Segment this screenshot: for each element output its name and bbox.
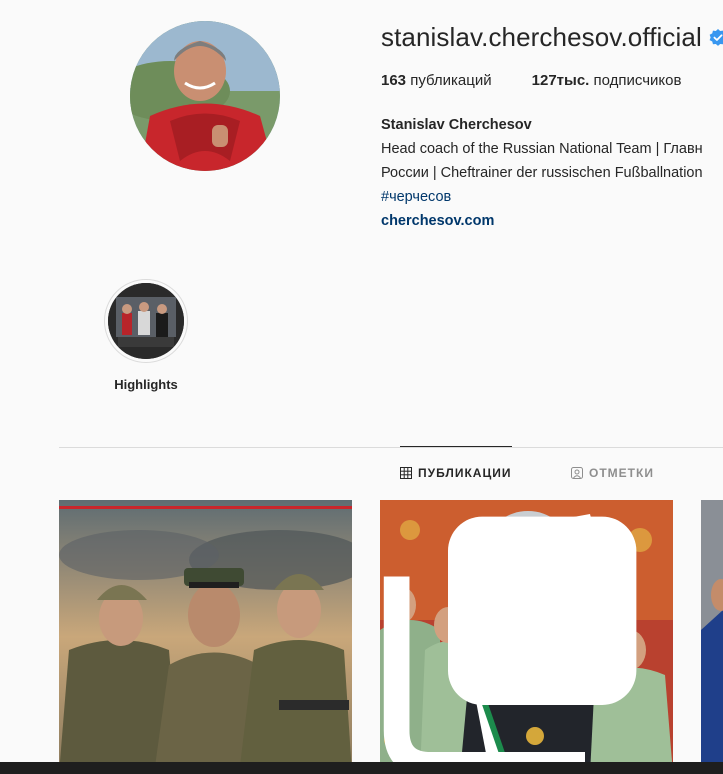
- tab-posts-label: ПУБЛИКАЦИИ: [418, 466, 512, 480]
- tab-posts[interactable]: ПУБЛИКАЦИИ: [400, 466, 511, 480]
- followers-count: 127тыс.: [531, 72, 590, 89]
- active-tab-indicator: [400, 446, 512, 447]
- highlight-ring: [104, 279, 188, 363]
- posts-label: публикаций: [410, 72, 492, 89]
- post-thumbnail[interactable]: [59, 500, 352, 774]
- bio-line-2: России | Cheftrainer der russischen Fußb…: [381, 165, 703, 181]
- tab-tagged[interactable]: ОТМЕТКИ: [571, 466, 654, 480]
- grid-icon: [400, 467, 412, 479]
- verified-badge-icon: [709, 28, 723, 47]
- post-image-soldiers: [59, 500, 352, 774]
- profile-stats: 163 публикаций 127тыс. подписчиков: [381, 72, 721, 89]
- post-image-partial: [701, 500, 723, 774]
- highlight-item[interactable]: Highlights: [104, 279, 188, 392]
- post-thumbnail[interactable]: [380, 500, 673, 774]
- bio-line-1: Head coach of the Russian National Team …: [381, 141, 703, 157]
- tab-tagged-label: ОТМЕТКИ: [589, 466, 654, 480]
- avatar-photo: [130, 21, 280, 171]
- followers-stat[interactable]: 127тыс. подписчиков: [532, 72, 682, 89]
- profile-avatar[interactable]: [130, 21, 280, 171]
- followers-label: подписчиков: [593, 72, 682, 89]
- username: stanislav.cherchesov.official: [381, 22, 702, 52]
- post-thumbnail[interactable]: [701, 500, 723, 774]
- profile-bio: Stanislav Cherchesov Head coach of the R…: [381, 113, 703, 233]
- full-name: Stanislav Cherchesov: [381, 117, 532, 133]
- bio-hashtag-link[interactable]: #черчесов: [381, 185, 703, 209]
- bottom-edge-bar: [0, 762, 723, 774]
- posts-stat: 163 публикаций: [381, 72, 492, 89]
- website-link[interactable]: cherchesov.com: [381, 209, 703, 233]
- profile-page: stanislav.cherchesov.official 163 публик…: [0, 0, 723, 774]
- tagged-user-icon: [571, 467, 583, 479]
- highlight-label: Highlights: [114, 377, 178, 392]
- posts-count: 163: [381, 72, 407, 89]
- tabs-divider: [59, 447, 723, 448]
- username-row: stanislav.cherchesov.official: [381, 22, 723, 53]
- multiple-photos-icon: [383, 516, 637, 774]
- highlight-cover: [108, 283, 184, 359]
